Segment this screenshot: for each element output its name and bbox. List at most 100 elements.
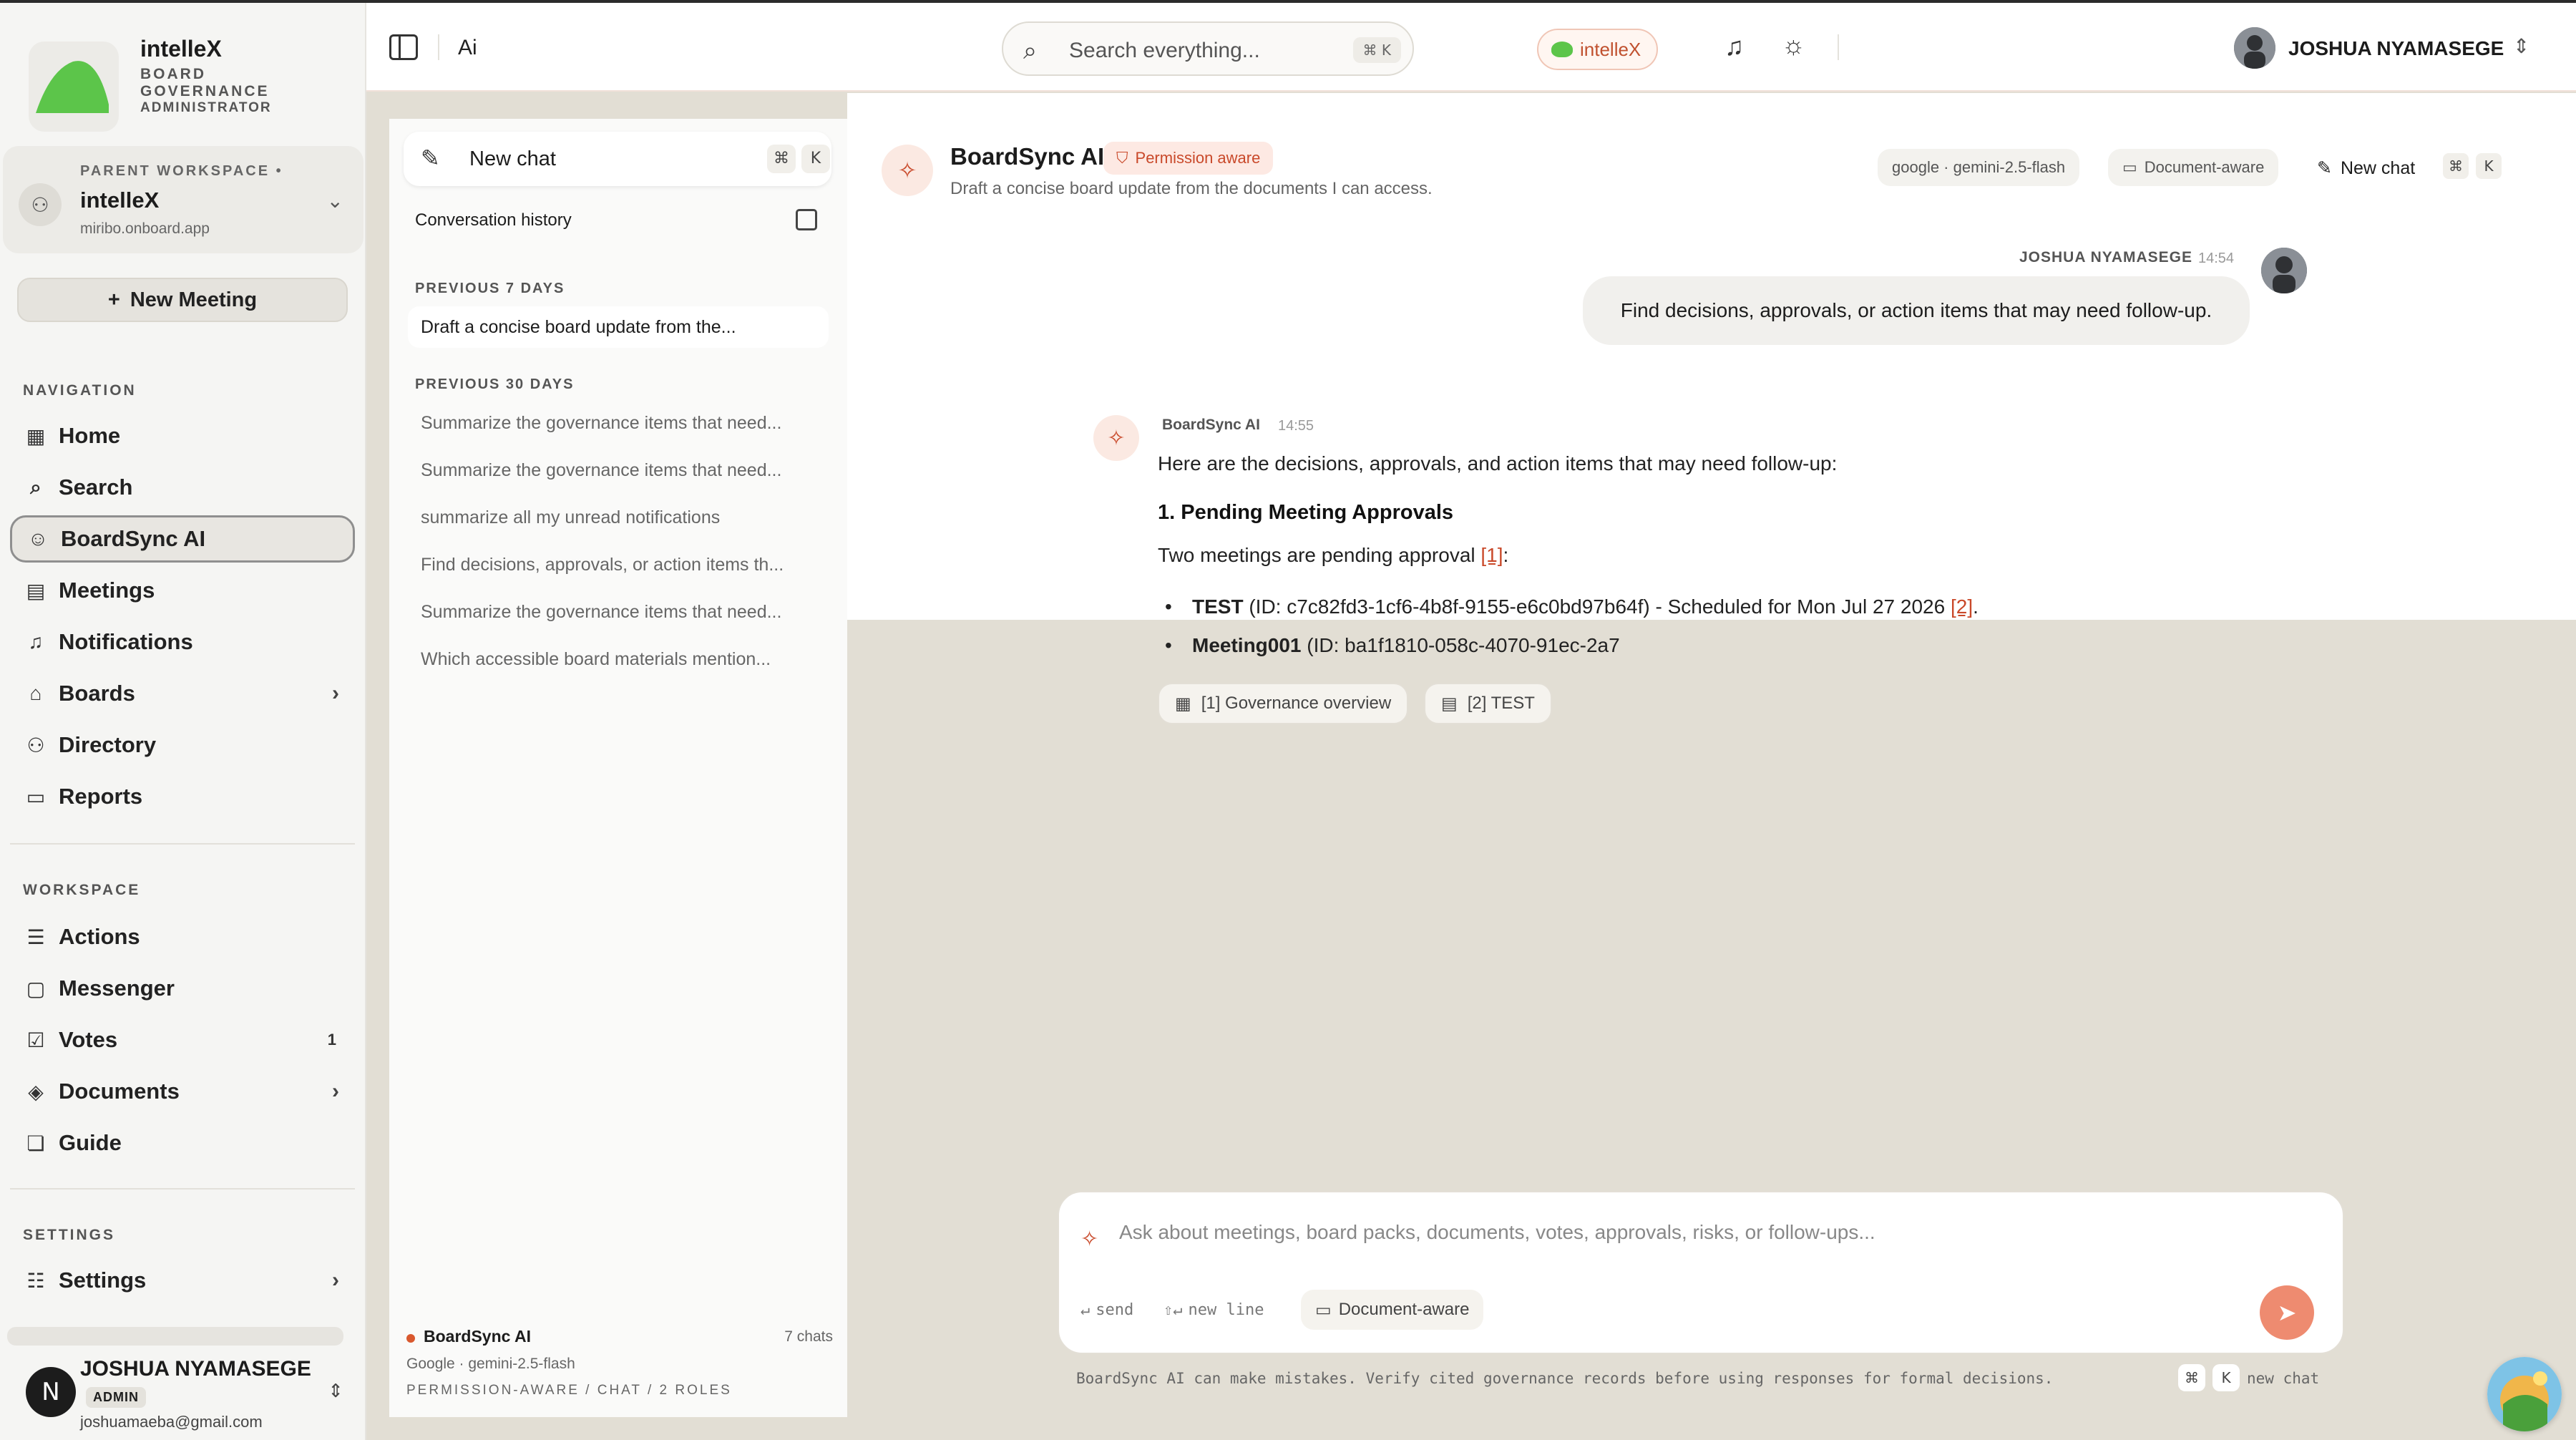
kbd-cmd: ⌘	[2443, 153, 2469, 179]
nav-item-meetings[interactable]: ▤ Meetings	[10, 567, 355, 614]
nav-item-directory[interactable]: ⚇ Directory	[10, 721, 355, 769]
brand-subtitle: BOARD GOVERNANCE	[140, 66, 270, 99]
brand[interactable]: intelleX BOARD GOVERNANCE ADMINISTRATOR	[26, 29, 341, 132]
ai-paragraph: Two meetings are pending approval [1]:	[1158, 544, 1509, 566]
assistant-model: Google · gemini-2.5-flash	[406, 1356, 575, 1372]
nav-item-settings[interactable]: ☷ Settings ›	[10, 1257, 355, 1304]
workspace-url: miribo.onboard.app	[80, 220, 210, 237]
edit-icon: ✎	[421, 145, 440, 171]
floating-assistant-avatar[interactable]	[2487, 1357, 2562, 1431]
kbd-k: K	[2476, 153, 2502, 179]
user-avatar: N	[26, 1367, 76, 1417]
avatar	[2261, 248, 2307, 293]
workspace-switcher[interactable]: ⚇ PARENT WORKSPACE • intelleX miribo.onb…	[3, 146, 364, 253]
nav-item-reports[interactable]: ▭ Reports	[10, 773, 355, 820]
history-item[interactable]: Summarize the governance items that need…	[408, 449, 829, 491]
shield-icon: ⛉	[1116, 149, 1128, 167]
enter-icon: ↵	[1080, 1301, 1091, 1319]
composer-input[interactable]: Ask about meetings, board packs, documen…	[1119, 1221, 1875, 1244]
history-section-label: PREVIOUS 30 DAYS	[415, 376, 575, 392]
citation-link[interactable]: [1]	[1480, 544, 1503, 566]
breadcrumb: Ai	[458, 36, 477, 59]
user-name: JOSHUA NYAMASEGE	[80, 1357, 311, 1381]
list-check-icon: ☰	[26, 925, 45, 948]
disclaimer: BoardSync AI can make mistakes. Verify c…	[1076, 1370, 2054, 1387]
brand-name: intelleX	[140, 36, 222, 62]
message-time: 14:55	[1278, 418, 1314, 434]
nav-item-boards[interactable]: ⌂ Boards ›	[10, 670, 355, 717]
users-icon: ⚇	[26, 734, 45, 757]
history-item[interactable]: Find decisions, approvals, or action ite…	[408, 544, 829, 585]
nav-item-guide[interactable]: ❏ Guide	[10, 1119, 355, 1167]
conversation-history-heading: Conversation history	[415, 210, 572, 230]
chevron-right-icon: ›	[332, 681, 339, 705]
collapse-panel-icon[interactable]	[796, 209, 817, 230]
nav-item-actions[interactable]: ☰ Actions	[10, 913, 355, 960]
bell-icon[interactable]: ♫	[1724, 31, 1744, 62]
workspace-section-label: WORKSPACE	[23, 882, 141, 898]
document-aware-label: Document-aware	[2144, 158, 2265, 176]
wand-icon: ✧	[1093, 415, 1139, 461]
nav-item-notifications[interactable]: ♫ Notifications	[10, 618, 355, 666]
history-item[interactable]: Draft a concise board update from the...	[408, 306, 829, 348]
assistant-name: BoardSync AI	[424, 1327, 531, 1346]
plus-icon: +	[107, 288, 120, 311]
search-icon: ⌕	[1023, 37, 1038, 64]
nav-item-label: Votes	[59, 1027, 118, 1052]
nav-item-votes[interactable]: ☑ Votes 1	[10, 1016, 355, 1064]
history-item[interactable]: Summarize the governance items that need…	[408, 591, 829, 633]
sidebar-toggle-icon[interactable]	[389, 34, 418, 60]
layers-icon: ◈	[28, 1080, 44, 1103]
newline-hint: ⇧↵ new line	[1163, 1301, 1264, 1319]
chat-subtitle: Draft a concise board update from the do…	[950, 179, 1433, 198]
avatar[interactable]	[2234, 27, 2275, 69]
nav-item-label: Actions	[59, 924, 140, 949]
source-chip[interactable]: ▤ [2] TEST	[1424, 683, 1552, 724]
grid-icon: ▦	[1175, 694, 1191, 714]
chat-area: ✧ BoardSync AI ⛉ Permission aware Draft …	[847, 93, 2576, 620]
document-aware-chip[interactable]: ▭ Document-aware	[1301, 1290, 1484, 1330]
user-menu[interactable]: N JOSHUA NYAMASEGE ADMIN joshuamaeba@gma…	[10, 1341, 356, 1436]
source-chip[interactable]: ▦ [1] Governance overview	[1158, 683, 1409, 724]
org-chip[interactable]: intelleX	[1537, 29, 1659, 70]
user-name[interactable]: JOSHUA NYAMASEGE	[2288, 37, 2504, 60]
org-logo-icon	[1551, 42, 1573, 57]
nav-item-search[interactable]: ⌕ Search	[10, 464, 355, 511]
bot-icon: ☺	[27, 527, 49, 550]
kbd-k: K	[2212, 1364, 2240, 1391]
nav-item-label: BoardSync AI	[61, 526, 206, 551]
history-item[interactable]: Which accessible board materials mention…	[408, 638, 829, 680]
new-chat-button[interactable]: ✎ New chat ⌘ K	[404, 132, 831, 186]
chat-composer[interactable]: ✧ Ask about meetings, board packs, docum…	[1058, 1191, 2344, 1354]
history-item[interactable]: summarize all my unread notifications	[408, 497, 829, 538]
citation-link[interactable]: [2]	[1951, 595, 1973, 618]
theme-sun-icon[interactable]: ☼	[1782, 30, 1805, 60]
permission-badge: ⛉ Permission aware	[1103, 142, 1274, 175]
history-item[interactable]: Summarize the governance items that need…	[408, 402, 829, 444]
search-shortcut: ⌘ K	[1352, 37, 1401, 63]
global-search[interactable]: ⌕ Search everything... ⌘ K	[1002, 21, 1414, 76]
send-button[interactable]: ➤	[2260, 1285, 2314, 1340]
header-new-chat-button[interactable]: ✎ New chat	[2317, 157, 2415, 179]
navigation-section-label: NAVIGATION	[23, 382, 137, 399]
chevron-updown-icon[interactable]: ⇕	[2513, 34, 2529, 58]
nav-item-messenger[interactable]: ▢ Messenger	[10, 965, 355, 1012]
chat-icon: ▢	[26, 977, 46, 1000]
chat-title: BoardSync AI	[950, 143, 1105, 170]
book-icon: ❏	[26, 1132, 45, 1154]
status-dot	[406, 1334, 415, 1343]
nav-item-home[interactable]: ▦ Home	[10, 412, 355, 459]
nav-item-documents[interactable]: ◈ Documents ›	[10, 1068, 355, 1115]
assistant-info: BoardSync AI 7 chats Google · gemini-2.5…	[406, 1324, 833, 1410]
calendar-icon: ▤	[26, 579, 46, 602]
bell-icon: ♫	[28, 631, 44, 653]
new-meeting-button[interactable]: + New Meeting	[17, 278, 348, 322]
assistant-meta: PERMISSION-AWARE / CHAT / 2 ROLES	[406, 1383, 732, 1398]
send-hint: ↵ send	[1080, 1301, 1134, 1319]
sidebar: intelleX BOARD GOVERNANCE ADMINISTRATOR …	[0, 3, 366, 1440]
new-chat-label: New chat	[469, 147, 556, 170]
workspace-label: PARENT WORKSPACE •	[80, 163, 283, 179]
nav-item-boardsync-ai[interactable]: ☺ BoardSync AI	[10, 515, 355, 563]
top-bar: Ai ⌕ Search everything... ⌘ K intelleX ♫…	[366, 3, 2576, 92]
wand-icon: ✧	[882, 145, 933, 196]
